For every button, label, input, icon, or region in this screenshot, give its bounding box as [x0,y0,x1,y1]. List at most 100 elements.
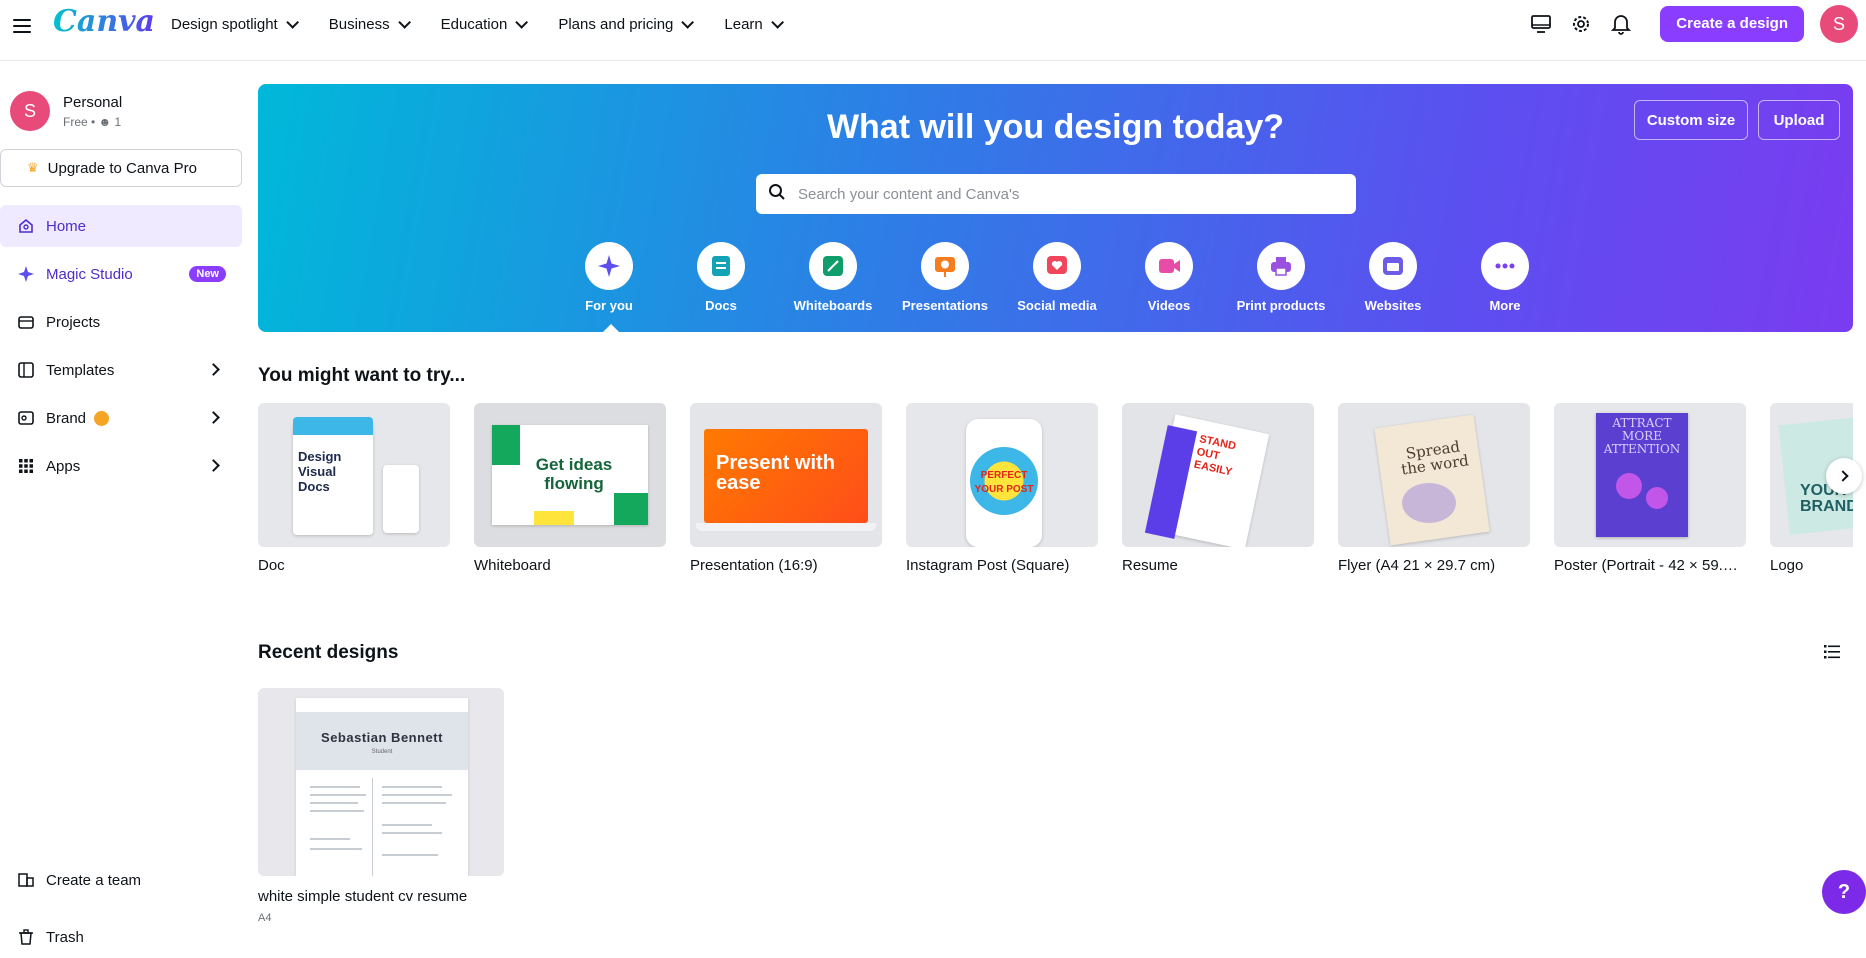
account-plan: Free • ☻ 1 [63,115,122,129]
suggestion-instagram-post[interactable]: PERFECT YOUR POST Instagram Post (Square… [906,403,1098,574]
top-bar: Canva Design spotlight Business Educatio… [0,0,1866,61]
thumb-decoration [696,523,876,531]
cv-text-line [310,794,366,796]
sidebar-item-label: Magic Studio [46,265,133,283]
suggestion-thumbnail: Present with ease [690,403,882,547]
suggestion-resume[interactable]: STAND OUT EASILY Resume [1122,403,1314,574]
cv-name: Sebastian Bennett [321,730,443,745]
upload-button[interactable]: Upload [1758,100,1840,140]
sidebar-item-projects[interactable]: Projects [0,301,242,343]
menu-icon[interactable] [10,14,34,38]
sidebar-item-label: Create a team [46,871,142,889]
carousel-next-button[interactable] [1826,458,1862,494]
desktop-app-icon[interactable] [1526,9,1556,39]
create-a-design-button[interactable]: Create a design [1660,6,1804,42]
cv-text-line [382,802,446,804]
thumb-decoration [1374,414,1490,546]
suggestion-presentation[interactable]: Present with ease Presentation (16:9) [690,403,882,574]
doc-icon [697,242,745,290]
chevron-down-icon [285,15,299,29]
category-videos[interactable]: Videos [1113,242,1225,313]
nav-label: Education [440,15,508,33]
category-for-you[interactable]: For you [553,242,665,313]
new-badge: New [189,266,226,282]
chevron-down-icon [771,15,784,29]
whiteboard-icon [809,242,857,290]
account-name: Personal [63,93,123,111]
upgrade-button[interactable]: ♛ Upgrade to Canva Pro [0,149,242,187]
recent-design-name[interactable]: white simple student cv resume [258,888,467,905]
printer-icon [1257,242,1305,290]
thumb-text: Design Visual Docs [293,423,373,535]
category-websites[interactable]: Websites [1337,242,1449,313]
gear-icon[interactable] [1566,9,1596,39]
member-count: 1 [114,114,122,129]
top-right-actions: Create a design S [1526,0,1866,48]
category-docs[interactable]: Docs [665,242,777,313]
thumb-text: ATTRACT MORE ATTENTION [1603,416,1681,456]
suggestion-doc[interactable]: Design Visual Docs Doc [258,403,450,574]
suggestion-poster[interactable]: ATTRACT MORE ATTENTION Poster (Portrait … [1554,403,1746,574]
sidebar-item-trash[interactable]: Trash [0,916,242,958]
cv-text-line [310,848,362,850]
nav-business[interactable]: Business [329,16,411,33]
sidebar-item-magic-studio[interactable]: Magic Studio New [0,253,242,295]
cv-text-line [382,794,452,796]
nav-plans-and-pricing[interactable]: Plans and pricing [558,16,695,33]
search-bar [756,174,1356,214]
plan-label: Free • [63,114,99,129]
category-social-media[interactable]: Social media [1001,242,1113,313]
nav-education[interactable]: Education [440,15,529,33]
thumb-decoration [1646,487,1668,509]
sidebar-item-label: Trash [46,928,84,946]
sidebar-item-brand[interactable]: Brand [0,397,242,439]
sidebar-item-create-a-team[interactable]: Create a team [0,859,242,901]
cv-text-line [382,824,432,826]
suggestion-whiteboard[interactable]: Get ideas flowing Whiteboard [474,403,666,574]
suggestion-thumbnail: Spread the word [1338,403,1530,547]
category-whiteboards[interactable]: Whiteboards [777,242,889,313]
nav-learn[interactable]: Learn [724,16,784,33]
home-icon [16,216,36,236]
category-label: Websites [1364,298,1422,313]
suggestion-thumbnail: Design Visual Docs [258,403,450,547]
avatar[interactable]: S [1820,5,1858,43]
category-label: More [1489,298,1521,313]
account-avatar: S [10,91,50,131]
bell-icon[interactable] [1606,9,1636,39]
recent-design-type: A4 [258,912,272,924]
thumb-text: Get ideas flowing [535,455,613,493]
custom-size-button[interactable]: Custom size [1634,100,1748,140]
category-presentations[interactable]: Presentations [889,242,1001,313]
suggestion-thumbnail: Get ideas flowing [474,403,666,547]
sidebar-item-label: Projects [46,313,101,331]
thumb-text: Present with ease [716,452,835,494]
search-icon [768,183,786,206]
help-button[interactable]: ? [1822,870,1866,914]
nav-design-spotlight[interactable]: Design spotlight [171,16,299,33]
category-label: Presentations [902,298,988,313]
category-print-products[interactable]: Print products [1225,242,1337,313]
category-label: Whiteboards [793,298,873,313]
search-input[interactable] [798,185,1338,203]
recent-design-card[interactable]: Sebastian Bennett Student [258,688,504,876]
sidebar-item-label: Apps [46,457,81,475]
canva-logo[interactable]: Canva [53,4,155,39]
suggestion-label: Poster (Portrait - 42 × 59.4 ... [1554,557,1746,574]
folder-icon [16,312,36,332]
suggestions-title: You might want to try... [258,365,466,386]
sidebar-item-templates[interactable]: Templates [0,349,242,391]
sidebar-item-apps[interactable]: Apps [0,445,242,487]
list-view-icon[interactable] [1822,642,1842,662]
team-icon [16,870,36,890]
top-nav: Design spotlight Business Education Plan… [171,0,814,48]
suggestion-flyer[interactable]: Spread the word Flyer (A4 21 × 29.7 cm) [1338,403,1530,574]
cv-text-line [310,810,364,812]
chevron-down-icon [515,15,529,29]
category-more[interactable]: More [1449,242,1561,313]
crown-icon: ♛ [27,160,39,175]
sidebar-item-home[interactable]: Home [0,205,242,247]
thumb-decoration [1616,473,1642,499]
cv-text-line [310,802,358,804]
account-switcher[interactable]: S Personal Free • ☻ 1 [10,91,122,131]
